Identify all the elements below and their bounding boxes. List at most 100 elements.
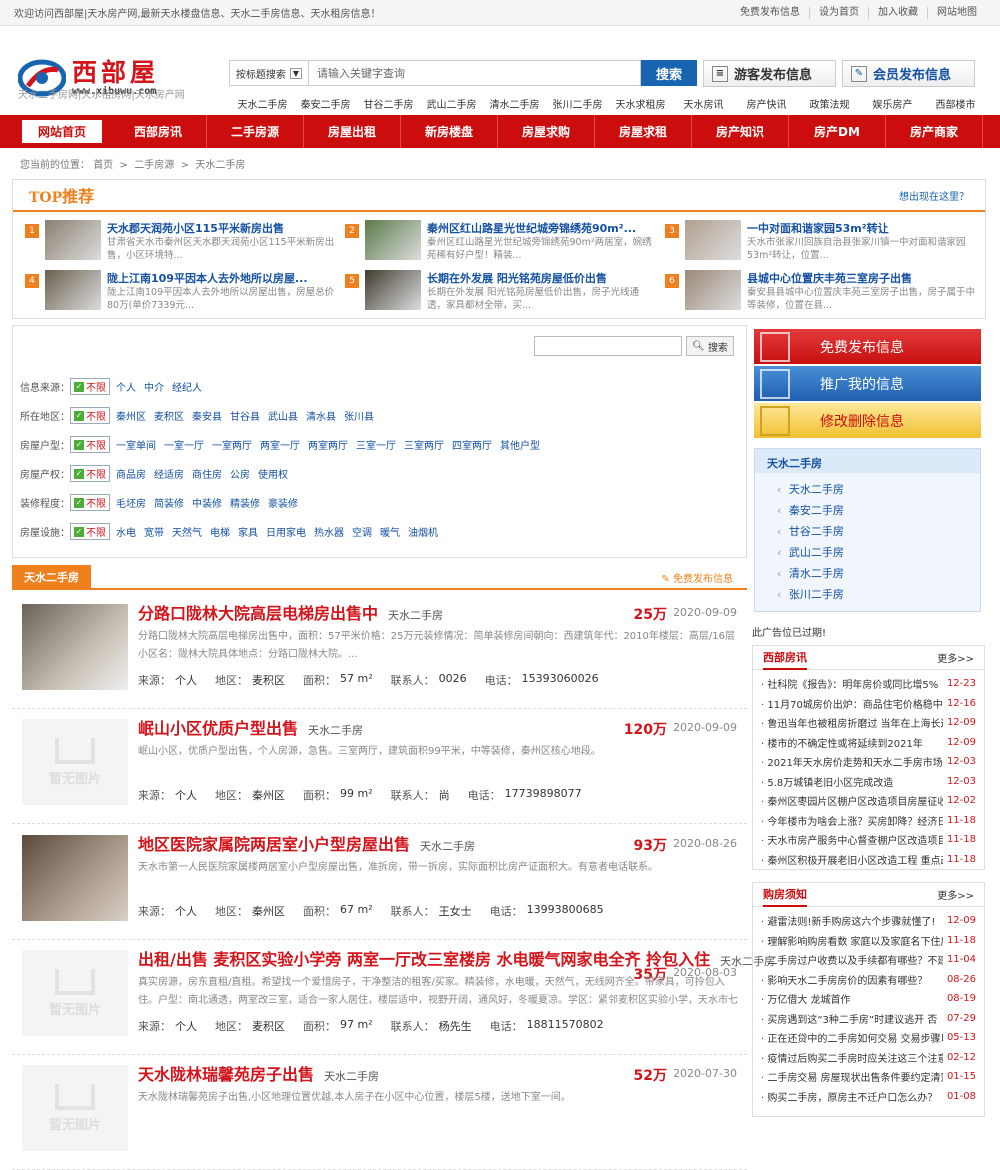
filter-any-option[interactable]: ✓ 不限 <box>70 494 110 511</box>
category-link[interactable]: 房产快讯 <box>735 96 798 111</box>
listing-thumbnail[interactable] <box>45 220 101 260</box>
filter-any-option[interactable]: ✓ 不限 <box>70 378 110 395</box>
top-recommend-item[interactable]: 2 秦州区红山路星光世纪城旁锦绣苑90m²... 秦州区红山路星光世纪城旁锦绣苑90… <box>345 220 665 270</box>
search-input[interactable]: 请输入关键字查询 <box>308 60 641 86</box>
sidebar-edit-button[interactable]: 修改删除信息 <box>754 403 981 438</box>
filter-option[interactable]: 两室一厅 <box>260 437 300 452</box>
top-recommend-item-title[interactable]: 陇上江南109平因本人去外地所以房屋... <box>107 270 335 286</box>
category-link[interactable]: 秦安二手房 <box>294 96 357 111</box>
listing-tab[interactable]: 天水二手房 <box>12 565 91 589</box>
news-item[interactable]: 11月70城房价出炉：商品住宅价格稳中有12-16 <box>761 694 976 714</box>
filter-option[interactable]: 四室两厅 <box>452 437 492 452</box>
top-recommend-item-title[interactable]: 天水郡天润苑小区115平米新房出售 <box>107 220 335 236</box>
sidebar-category-link[interactable]: 武山二手房 <box>777 544 980 565</box>
guide-item[interactable]: 理解影响购房看数 家庭以及家庭名下住房11-18 <box>761 931 976 951</box>
crumb-second-hand[interactable]: 二手房源 <box>134 160 174 171</box>
filter-option[interactable]: 日用家电 <box>266 524 306 539</box>
guide-item-title[interactable]: 买房遇到这“3种二手房”时建议逃开 否 <box>761 1011 943 1026</box>
filter-option[interactable]: 商住房 <box>192 466 222 481</box>
guide-item[interactable]: 二手房过户收费以及手续都有哪些？不建11-04 <box>761 950 976 970</box>
listing-photo[interactable] <box>22 604 128 690</box>
news-item[interactable]: 今年楼市为啥会上涨？买房卸降？经济日11-18 <box>761 811 976 831</box>
top-recommend-item-title[interactable]: 秦州区红山路星光世纪城旁锦绣苑90m²... <box>427 220 655 236</box>
sidebar-category-link[interactable]: 秦安二手房 <box>777 502 980 523</box>
nav-item[interactable]: 房屋求租 <box>595 115 692 148</box>
filter-option[interactable]: 天然气 <box>172 524 202 539</box>
filter-any-option[interactable]: ✓ 不限 <box>70 436 110 453</box>
category-link[interactable]: 天水二手房 <box>231 96 294 111</box>
nav-item[interactable]: 西部房讯 <box>110 115 207 148</box>
filter-option[interactable]: 空调 <box>352 524 372 539</box>
news-item[interactable]: 秦州区枣园片区棚户区改造项目房屋征收12-02 <box>761 791 976 811</box>
news-item[interactable]: 5.8万城镇老旧小区完成改造12-03 <box>761 772 976 792</box>
news-item-title[interactable]: 天水市房产服务中心督查棚户区改造项目 <box>761 832 943 847</box>
filter-option[interactable]: 使用权 <box>258 466 288 481</box>
news-item[interactable]: 社科院《报告》：明年房价或同比增5%12-23 <box>761 674 976 694</box>
news-item-title[interactable]: 11月70城房价出炉：商品住宅价格稳中有 <box>761 696 943 711</box>
guide-item-title[interactable]: 疫情过后购买二手房时应关注这三个注意 <box>761 1050 943 1065</box>
filter-option[interactable]: 中装修 <box>192 495 222 510</box>
sidebar-promote-button[interactable]: 推广我的信息 <box>754 366 981 401</box>
nav-item[interactable]: 新房楼盘 <box>401 115 498 148</box>
top-link-homepage[interactable]: 设为首页 <box>809 6 868 19</box>
filter-option[interactable]: 经纪人 <box>172 379 202 394</box>
filter-option[interactable]: 武山县 <box>268 408 298 423</box>
filter-any-option[interactable]: ✓ 不限 <box>70 523 110 540</box>
crumb-home[interactable]: 首页 <box>93 160 113 171</box>
filter-any-option[interactable]: ✓ 不限 <box>70 465 110 482</box>
news-item-title[interactable]: 今年楼市为啥会上涨？买房卸降？经济日 <box>761 813 943 828</box>
filter-option[interactable]: 简装修 <box>154 495 184 510</box>
listing-thumbnail[interactable] <box>45 270 101 310</box>
category-link[interactable]: 张川二手房 <box>546 96 609 111</box>
guide-more-link[interactable]: 更多>> <box>937 887 974 902</box>
filter-option[interactable]: 一室两厅 <box>212 437 252 452</box>
guide-item[interactable]: 影响天水二手房房价的因素有哪些？08-26 <box>761 970 976 990</box>
listing-title[interactable]: 岷山小区优质户型出售 天水二手房 <box>138 715 363 739</box>
member-publish-button[interactable]: ✎ 会员发布信息 <box>842 60 975 87</box>
listing-thumbnail[interactable] <box>685 220 741 260</box>
news-item-title[interactable]: 秦州区积极开展老旧小区改造工程 重点改 <box>761 852 943 867</box>
listing-thumbnail[interactable] <box>685 270 741 310</box>
top-recommend-item[interactable]: 1 天水郡天润苑小区115平米新房出售 甘肃省天水市秦州区天水郡天润苑小区115平米… <box>25 220 345 270</box>
nav-item[interactable]: 房产知识 <box>692 115 789 148</box>
filter-search-input[interactable] <box>534 336 682 356</box>
news-item-title[interactable]: 楼市的不确定性或将延续到2021年 <box>761 735 943 750</box>
sidebar-category-link[interactable]: 张川二手房 <box>777 586 980 607</box>
listing-title[interactable]: 地区医院家属院两居室小户型房屋出售 天水二手房 <box>138 831 475 855</box>
no-image-placeholder[interactable]: 暂无图片 <box>22 950 128 1036</box>
filter-option[interactable]: 热水器 <box>314 524 344 539</box>
guide-item-title[interactable]: 万亿借大 龙城首作 <box>761 991 943 1006</box>
nav-item[interactable]: 网站首页 <box>22 120 102 143</box>
guide-item[interactable]: 买房遇到这“3种二手房”时建议逃开 否07-29 <box>761 1009 976 1029</box>
nav-item[interactable]: 房产商家 <box>886 115 983 148</box>
news-item-title[interactable]: 社科院《报告》：明年房价或同比增5% <box>761 676 943 691</box>
top-recommend-item[interactable]: 3 一中对面和谐家园53m²转让 天水市张家川回族自治县张家川镇一中对面和谐家园53… <box>665 220 985 270</box>
nav-item[interactable]: 房屋出租 <box>304 115 401 148</box>
top-recommend-item-title[interactable]: 长期在外发展 阳光铭苑房屋低价出售 <box>427 270 655 286</box>
category-link[interactable]: 天水求租房 <box>609 96 672 111</box>
no-image-placeholder[interactable]: 暂无图片 <box>22 1065 128 1151</box>
filter-option[interactable]: 三室两厅 <box>404 437 444 452</box>
category-link[interactable]: 武山二手房 <box>420 96 483 111</box>
guide-item[interactable]: 避雷法则!新手购房这六个步骤就懂了!12-09 <box>761 911 976 931</box>
category-link[interactable]: 天水房讯 <box>672 96 735 111</box>
listing-title[interactable]: 分路口陇林大院高层电梯房出售中 天水二手房 <box>138 600 443 624</box>
news-item[interactable]: 秦州区积极开展老旧小区改造工程 重点改11-18 <box>761 850 976 870</box>
filter-option[interactable]: 秦安县 <box>192 408 222 423</box>
news-item[interactable]: 鲁迅当年也被租房折磨过 当年在上海长达12-09 <box>761 713 976 733</box>
listing-publish-link[interactable]: ✎ 免费发布信息 <box>661 570 747 585</box>
news-item-title[interactable]: 秦州区枣园片区棚户区改造项目房屋征收 <box>761 793 943 808</box>
filter-option[interactable]: 精装修 <box>230 495 260 510</box>
listing-thumbnail[interactable] <box>365 270 421 310</box>
filter-option[interactable]: 油烟机 <box>408 524 438 539</box>
filter-option[interactable]: 经适房 <box>154 466 184 481</box>
nav-item[interactable]: 二手房源 <box>207 115 304 148</box>
site-links[interactable]: 天水二手房网|天水租房网|天水房产网 <box>18 86 185 101</box>
guide-item-title[interactable]: 影响天水二手房房价的因素有哪些？ <box>761 972 943 987</box>
category-link[interactable]: 娱乐房产 <box>861 96 924 111</box>
guide-item[interactable]: 疫情过后购买二手房时应关注这三个注意02-12 <box>761 1048 976 1068</box>
filter-option[interactable]: 公房 <box>230 466 250 481</box>
top-link-sitemap[interactable]: 网站地图 <box>927 6 986 19</box>
guide-item-title[interactable]: 理解影响购房看数 家庭以及家庭名下住房 <box>761 933 943 948</box>
listing-thumbnail[interactable] <box>365 220 421 260</box>
